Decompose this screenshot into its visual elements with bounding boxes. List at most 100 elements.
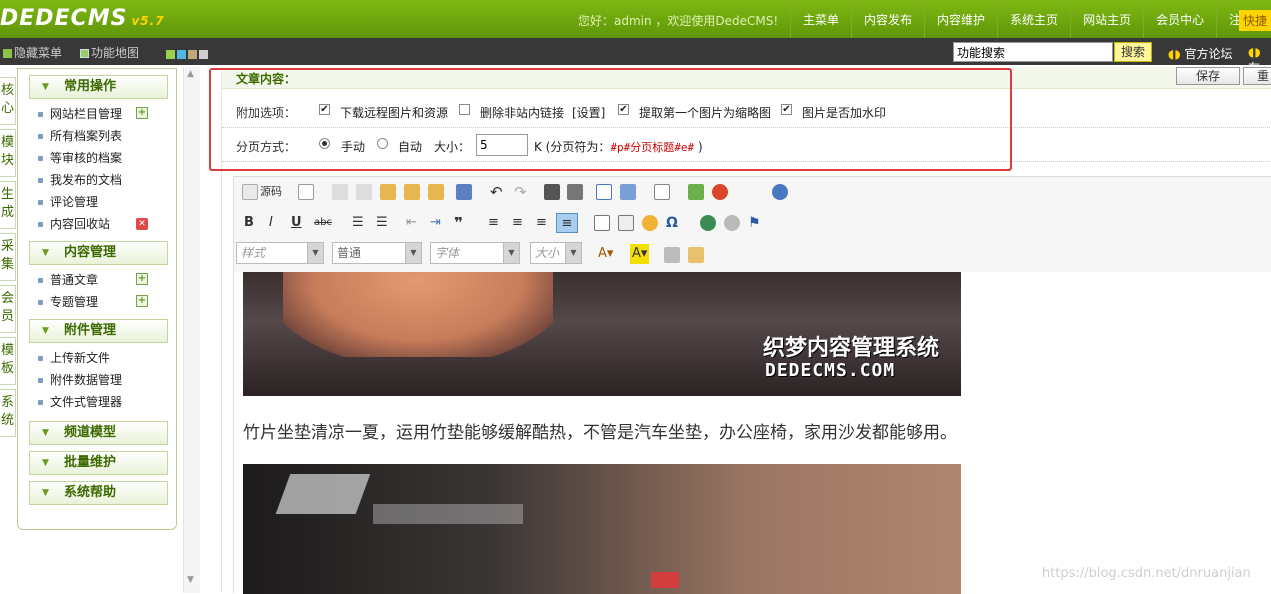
outdent-icon[interactable]: ⇤ [406,213,417,233]
tab-member[interactable]: 会员 [0,285,16,333]
italic-icon[interactable]: I [269,213,273,233]
reset-button[interactable]: 重 [1243,67,1271,85]
replace-icon[interactable] [567,184,583,200]
nav-member-center[interactable]: 会员中心 [1143,0,1216,38]
add-icon[interactable]: + [136,107,148,119]
align-right-icon[interactable]: ≡ [536,213,547,233]
smiley-icon[interactable] [642,215,658,231]
print-icon[interactable] [456,184,472,200]
copy-icon[interactable] [356,184,372,200]
editor-content[interactable]: 织梦内容管理系统 DEDECMS.COM 竹片坐垫清凉一夏，运用竹垫能够缓解酷热… [234,272,1271,594]
quick-button[interactable]: 快捷 [1238,10,1271,31]
justify-icon[interactable]: ≡ [556,213,578,233]
ordered-list-icon[interactable]: ☰ [352,213,364,233]
unlink-icon[interactable] [724,215,740,231]
menu-item-topics[interactable]: 专题管理 + [18,291,176,313]
green-theme-swatch[interactable] [166,50,175,59]
select-all-icon[interactable] [596,184,612,200]
anchor-icon[interactable]: ⚑ [748,213,761,233]
menu-group-common[interactable]: ▼ 常用操作 [29,75,168,99]
nav-site-home[interactable]: 网站主页 [1070,0,1143,38]
menu-group-attachments[interactable]: ▼ 附件管理 [29,319,168,343]
eraser-icon[interactable] [620,184,636,200]
save-button[interactable]: 保存 [1176,67,1240,85]
tab-collect[interactable]: 采集 [0,233,16,281]
menu-group-channel-model[interactable]: ▼ 频道模型 [29,421,168,445]
nav-system-home[interactable]: 系统主页 [997,0,1070,38]
font-combo[interactable]: 字体 ▼ [430,242,520,264]
style-combo[interactable]: 样式 ▼ [236,242,324,264]
template-icon[interactable] [688,247,704,263]
undo-icon[interactable]: ↶ [490,182,503,202]
function-map-button[interactable]: 功能地图 [80,44,139,61]
source-button[interactable]: 源码 [260,182,282,202]
scroll-down-icon[interactable]: ▼ [187,575,194,585]
menu-item-recycle-bin[interactable]: 内容回收站 ✕ [18,213,176,235]
tab-module[interactable]: 模块 [0,129,16,177]
blue-theme-swatch[interactable] [177,50,186,59]
size-combo[interactable]: 大小 ▼ [530,242,582,264]
preview-icon[interactable] [654,184,670,200]
flash-icon[interactable] [712,184,728,200]
redo-icon[interactable]: ↷ [514,182,527,202]
menu-item-articles[interactable]: 普通文章 + [18,269,176,291]
menu-scrollbar[interactable]: ▲ ▼ [183,67,200,593]
strikethrough-icon[interactable]: abc [314,213,332,233]
underline-icon[interactable]: U [291,213,302,233]
menu-group-help[interactable]: ▼ 系统帮助 [29,481,168,505]
blockquote-icon[interactable]: ❞ [454,213,463,233]
nav-main-menu[interactable]: 主菜单 [790,0,851,38]
menu-group-batch[interactable]: ▼ 批量维护 [29,451,168,475]
hide-menu-button[interactable]: 隐藏菜单 [3,44,62,61]
brown-theme-swatch[interactable] [188,50,197,59]
function-search-input[interactable] [953,42,1113,62]
table-icon[interactable] [594,215,610,231]
align-left-icon[interactable]: ≡ [488,213,499,233]
bg-color-icon[interactable]: A▾ [630,244,650,264]
paste-text-icon[interactable] [404,184,420,200]
bold-icon[interactable]: B [244,213,254,233]
tab-core[interactable]: 核心 [0,77,16,125]
menu-item-pending-review[interactable]: 等审核的档案 [18,147,176,169]
menu-item-column-manage[interactable]: 网站栏目管理 + [18,103,176,125]
menu-item-comments[interactable]: 评论管理 [18,191,176,213]
cut-icon[interactable] [332,184,348,200]
delete-icon[interactable]: ✕ [136,218,148,230]
rich-text-editor: 源码 ↶ ↷ B I U abc ☰ ☰ ⇤ ⇥ ❞ ≡ ≡ ≡ ≡ Ω ⚑ 样… [233,176,1271,594]
align-center-icon[interactable]: ≡ [512,213,523,233]
document-icon[interactable] [298,184,314,200]
menu-item-label: 评论管理 [50,195,99,209]
add-icon[interactable]: + [136,273,148,285]
size-combo-value: 大小 [535,246,560,260]
menu-item-upload-file[interactable]: 上传新文件 [18,347,176,369]
tab-template[interactable]: 模板 [0,337,16,385]
image-watermark-title: 织梦内容管理系统 [763,336,940,361]
format-combo[interactable]: 普通 ▼ [332,242,422,264]
search-button[interactable]: 搜索 [1114,42,1152,62]
image-icon[interactable] [688,184,704,200]
find-icon[interactable] [544,184,560,200]
paste-word-icon[interactable] [428,184,444,200]
link-icon[interactable] [700,215,716,231]
bullet-list-icon[interactable]: ☰ [376,213,388,233]
media-icon[interactable] [772,184,788,200]
nav-content-publish[interactable]: 内容发布 [851,0,924,38]
menu-group-content[interactable]: ▼ 内容管理 [29,241,168,265]
special-char-icon[interactable]: Ω [666,213,678,233]
official-forum-link[interactable]: ◖◗ 官方论坛 [1168,45,1233,62]
tab-generate[interactable]: 生成 [0,181,16,229]
scroll-up-icon[interactable]: ▲ [187,69,194,79]
nav-content-maintain[interactable]: 内容维护 [924,0,997,38]
add-icon[interactable]: + [136,295,148,307]
menu-item-all-archives[interactable]: 所有档案列表 [18,125,176,147]
text-color-icon[interactable]: A▾ [598,244,613,264]
page-break-icon[interactable] [664,247,680,263]
menu-item-attachment-data[interactable]: 附件数据管理 [18,369,176,391]
menu-item-file-manager[interactable]: 文件式管理器 [18,391,176,413]
tab-system[interactable]: 系统 [0,389,16,437]
indent-icon[interactable]: ⇥ [430,213,441,233]
paste-icon[interactable] [380,184,396,200]
horizontal-rule-icon[interactable] [618,215,634,231]
gray-theme-swatch[interactable] [199,50,208,59]
menu-item-my-documents[interactable]: 我发布的文档 [18,169,176,191]
